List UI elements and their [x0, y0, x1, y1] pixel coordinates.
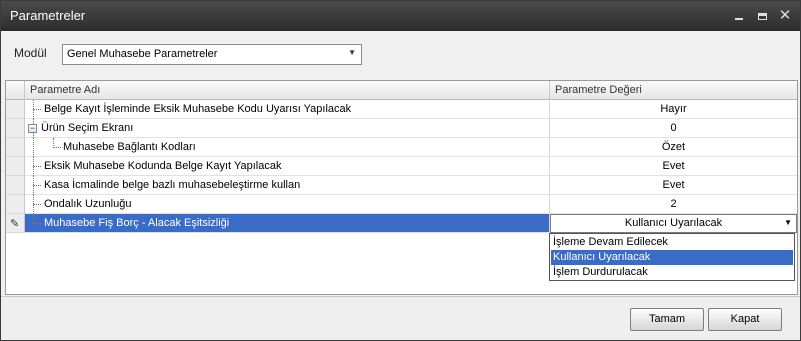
row-indicator[interactable]: [6, 100, 25, 119]
dropdown-option[interactable]: İşleme Devam Edilecek: [551, 235, 793, 250]
parameter-name-cell[interactable]: Belge Kayıt İşleminde Eksik Muhasebe Kod…: [25, 100, 550, 119]
window-title: Parametreler: [10, 8, 86, 23]
maximize-icon[interactable]: [753, 7, 771, 25]
module-select-value: Genel Muhasebe Parametreler: [67, 48, 218, 60]
parameter-name: Ürün Seçim Ekranı: [41, 122, 134, 134]
parameter-name: Belge Kayıt İşleminde Eksik Muhasebe Kod…: [44, 103, 352, 115]
parameters-window: Parametreler ✕ Modül Genel Muhasebe Para…: [0, 0, 801, 341]
pencil-icon: ✎: [10, 218, 20, 230]
title-bar[interactable]: Parametreler ✕: [1, 1, 800, 31]
parameter-name-cell[interactable]: Eksik Muhasebe Kodunda Belge Kayıt Yapıl…: [25, 157, 550, 176]
value-dropdown-list[interactable]: İşleme Devam Edilecek Kullanıcı Uyarılac…: [549, 233, 795, 281]
parameter-value-cell[interactable]: 2: [550, 195, 797, 214]
parameter-name-cell[interactable]: Muhasebe Bağlantı Kodları: [25, 138, 550, 157]
parameter-value-cell[interactable]: 0: [550, 119, 797, 138]
table-row[interactable]: − Ürün Seçim Ekranı 0: [6, 119, 797, 138]
grid-header: Parametre Adı Parametre Değeri: [6, 81, 797, 100]
minimize-icon[interactable]: [730, 7, 748, 25]
parameter-name-cell[interactable]: Ondalık Uzunluğu: [25, 195, 550, 214]
parameter-value-cell[interactable]: Hayır: [550, 100, 797, 119]
parameter-value-editor[interactable]: Kullanıcı Uyarılacak ▼: [550, 214, 797, 233]
dropdown-option[interactable]: İşlem Durdurulacak: [551, 265, 793, 280]
table-row[interactable]: Eksik Muhasebe Kodunda Belge Kayıt Yapıl…: [6, 157, 797, 176]
parameter-name: Muhasebe Fiş Borç - Alacak Eşitsizliği: [44, 217, 230, 229]
ok-button[interactable]: Tamam: [630, 308, 704, 331]
parameter-name: Eksik Muhasebe Kodunda Belge Kayıt Yapıl…: [44, 160, 282, 172]
row-indicator[interactable]: ✎: [6, 214, 25, 233]
collapse-icon[interactable]: −: [28, 124, 37, 133]
parameter-name: Ondalık Uzunluğu: [44, 198, 132, 210]
parameter-value: Kullanıcı Uyarılacak: [624, 217, 723, 229]
module-row: Modül Genel Muhasebe Parametreler ▼: [1, 31, 800, 79]
parameter-name-cell[interactable]: Muhasebe Fiş Borç - Alacak Eşitsizliği: [25, 214, 550, 233]
row-indicator[interactable]: [6, 157, 25, 176]
table-row[interactable]: Ondalık Uzunluğu 2: [6, 195, 797, 214]
close-button[interactable]: Kapat: [708, 308, 782, 331]
row-indicator[interactable]: [6, 138, 25, 157]
column-header-name[interactable]: Parametre Adı: [25, 81, 550, 100]
table-row[interactable]: Muhasebe Bağlantı Kodları Özet: [6, 138, 797, 157]
chevron-down-icon[interactable]: ▼: [784, 218, 792, 227]
parameter-name-cell[interactable]: − Ürün Seçim Ekranı: [25, 119, 550, 138]
row-indicator[interactable]: [6, 119, 25, 138]
parameter-value-cell[interactable]: Özet: [550, 138, 797, 157]
parameter-name: Kasa İcmalinde belge bazlı muhasebeleşti…: [44, 179, 301, 191]
parameter-name: Muhasebe Bağlantı Kodları: [63, 141, 196, 153]
header-indicator-cell: [6, 81, 25, 100]
parameter-value-cell[interactable]: Evet: [550, 176, 797, 195]
parameter-name-cell[interactable]: Kasa İcmalinde belge bazlı muhasebeleşti…: [25, 176, 550, 195]
column-header-value[interactable]: Parametre Değeri: [550, 81, 797, 100]
footer-bar: Tamam Kapat: [1, 296, 800, 340]
table-row[interactable]: Kasa İcmalinde belge bazlı muhasebeleşti…: [6, 176, 797, 195]
close-icon[interactable]: ✕: [776, 7, 794, 25]
chevron-down-icon[interactable]: ▼: [348, 48, 356, 57]
table-row-selected[interactable]: ✎ Muhasebe Fiş Borç - Alacak Eşitsizliği…: [6, 214, 797, 233]
module-label: Modül: [14, 46, 47, 60]
dropdown-option-highlighted[interactable]: Kullanıcı Uyarılacak: [551, 250, 793, 265]
table-row[interactable]: Belge Kayıt İşleminde Eksik Muhasebe Kod…: [6, 100, 797, 119]
row-indicator[interactable]: [6, 176, 25, 195]
row-indicator[interactable]: [6, 195, 25, 214]
parameter-value-cell[interactable]: Evet: [550, 157, 797, 176]
module-select[interactable]: Genel Muhasebe Parametreler ▼: [62, 44, 362, 65]
